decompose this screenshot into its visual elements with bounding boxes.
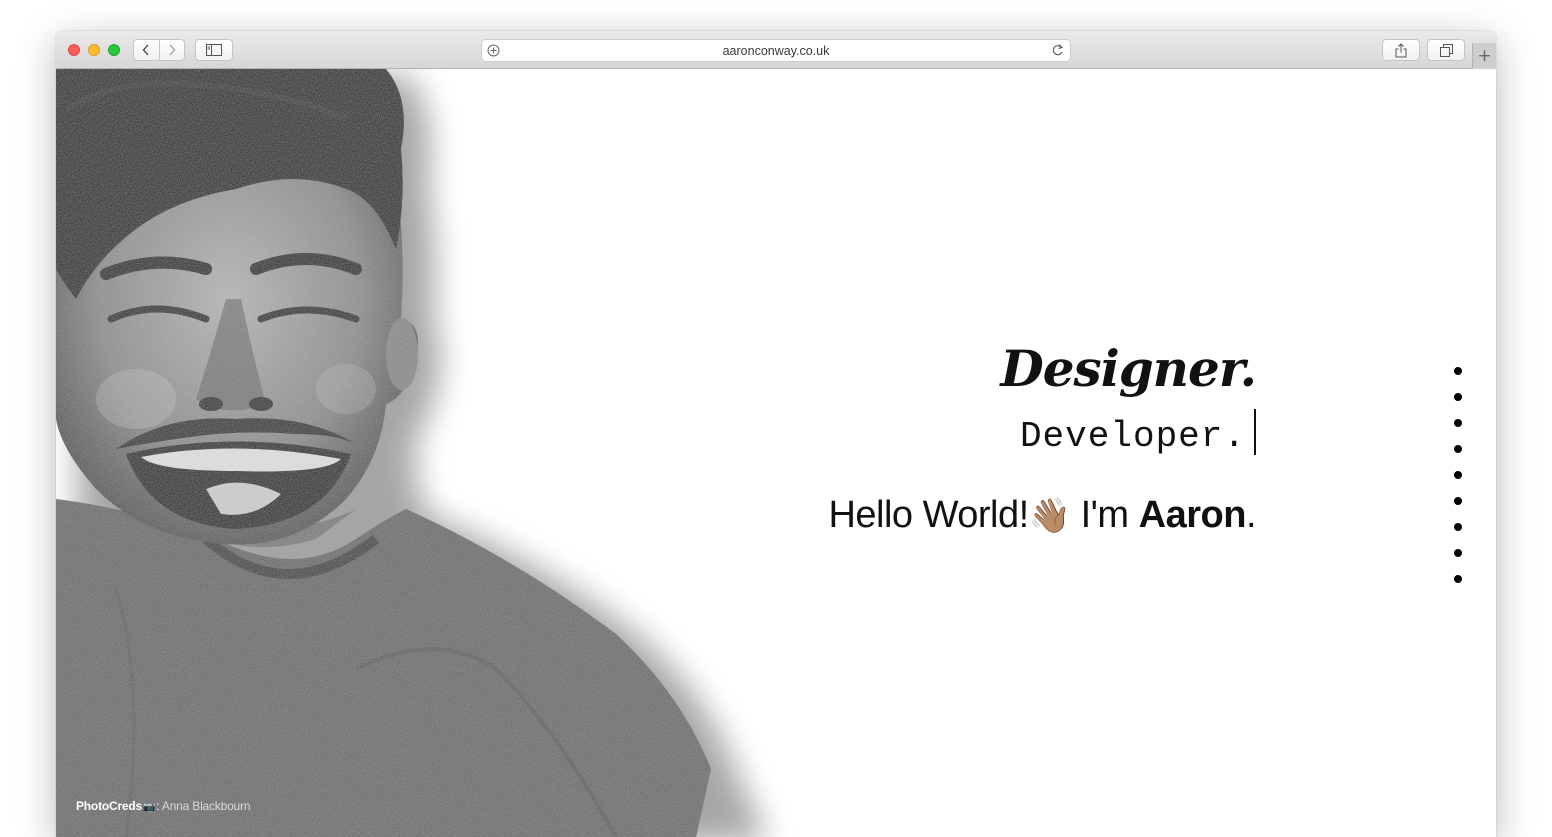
section-nav: [1454, 367, 1464, 601]
section-nav-dot[interactable]: [1454, 471, 1462, 479]
photo-credit: PhotoCreds📷: Anna Blackbourn: [76, 799, 251, 813]
tabs-icon: [1439, 43, 1453, 57]
plus-icon: +: [1477, 45, 1492, 66]
greeting-name: Aaron: [1138, 494, 1247, 536]
minimize-window-button[interactable]: [88, 44, 100, 56]
waving-hand-icon: 👋🏽: [1028, 497, 1071, 535]
browser-window: aaronconway.co.uk + PhotoCreds📷: Anna Bl…: [56, 31, 1496, 837]
photo-credit-name: Anna Blackbourn: [161, 799, 251, 813]
hero-subtitle-line: Developer.: [656, 409, 1256, 462]
typing-caret: [1254, 409, 1256, 456]
show-tabs-button[interactable]: [1427, 39, 1465, 61]
chevron-left-icon: [142, 44, 149, 56]
navigation-buttons: [133, 39, 185, 61]
section-nav-dot[interactable]: [1454, 393, 1462, 401]
zoom-window-button[interactable]: [108, 44, 120, 56]
section-nav-dot[interactable]: [1454, 575, 1462, 583]
greeting-suffix: .: [1245, 494, 1257, 536]
section-nav-dot[interactable]: [1454, 445, 1462, 453]
greeting: Hello World!👋🏽 I'm Aaron.: [656, 490, 1256, 541]
back-button[interactable]: [134, 40, 159, 60]
browser-toolbar: aaronconway.co.uk +: [56, 31, 1496, 69]
section-nav-dot[interactable]: [1454, 497, 1462, 505]
address-bar[interactable]: aaronconway.co.uk: [481, 39, 1071, 62]
hero-title: Designer.: [1000, 339, 1257, 398]
forward-button[interactable]: [158, 40, 185, 60]
reload-icon[interactable]: [1051, 43, 1064, 57]
section-nav-dot[interactable]: [1454, 367, 1462, 375]
share-button[interactable]: [1382, 39, 1420, 61]
sidebar-icon: [206, 44, 222, 56]
address-url[interactable]: aaronconway.co.uk: [482, 44, 1070, 58]
chevron-right-icon: [169, 44, 176, 56]
photo-credit-separator: :: [156, 799, 160, 813]
hero-text: Designer. Developer. Hello World!👋🏽 I'm …: [656, 334, 1257, 541]
desktop-background: aaronconway.co.uk + PhotoCreds📷: Anna Bl…: [0, 0, 1552, 837]
close-window-button[interactable]: [68, 44, 80, 56]
hero-subtitle: Developer.: [1019, 416, 1246, 457]
share-icon: [1395, 42, 1407, 57]
greeting-im: I'm: [1070, 494, 1139, 536]
section-nav-dot[interactable]: [1454, 523, 1462, 531]
page-content: PhotoCreds📷: Anna Blackbourn Designer. D…: [56, 69, 1496, 837]
sidebar-toggle-button[interactable]: [195, 39, 233, 61]
photo-credit-label: PhotoCreds: [76, 799, 143, 813]
section-nav-dot[interactable]: [1454, 549, 1462, 557]
camera-icon: 📷: [143, 802, 156, 813]
greeting-prefix: Hello World!: [828, 494, 1029, 536]
new-tab-button[interactable]: +: [1472, 43, 1496, 69]
section-nav-dot[interactable]: [1454, 419, 1462, 427]
